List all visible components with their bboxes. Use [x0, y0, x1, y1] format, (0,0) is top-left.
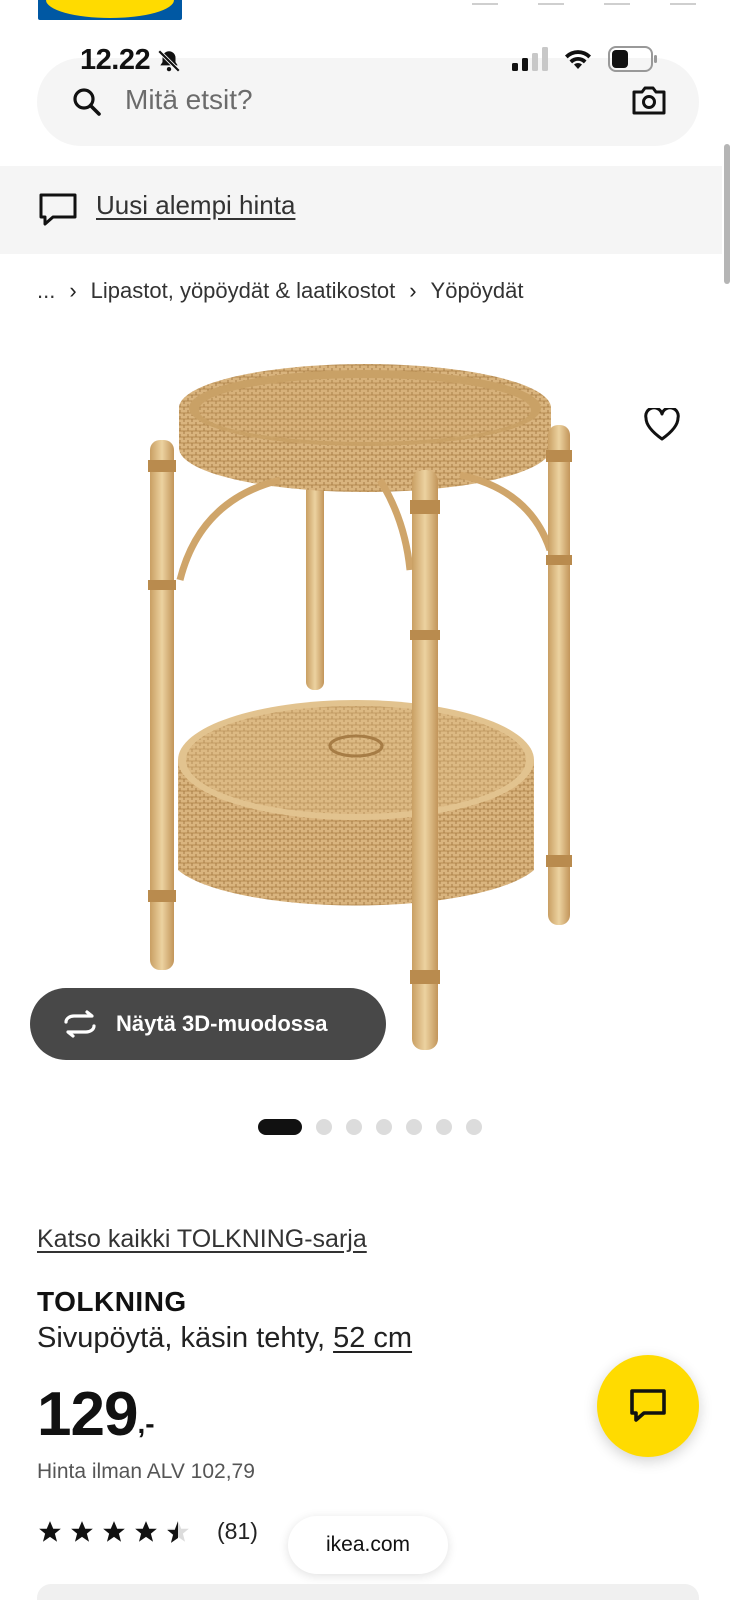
carousel-dot[interactable] [258, 1119, 302, 1135]
chevron-right-icon: › [69, 278, 77, 303]
status-icons [512, 46, 658, 72]
camera-icon[interactable] [631, 84, 667, 116]
breadcrumb-item[interactable]: ... [37, 278, 55, 304]
series-link[interactable]: Katso kaikki TOLKNING-sarja [37, 1225, 367, 1254]
price-main: 129 [37, 1380, 138, 1449]
product-size-link[interactable]: 52 cm [333, 1322, 412, 1354]
promo-banner[interactable]: Uusi alempi hinta [0, 166, 722, 254]
scrollbar[interactable] [724, 144, 730, 284]
signal-icon [512, 47, 548, 71]
carousel-dot[interactable] [436, 1119, 452, 1135]
view-3d-label: Näytä 3D-muodossa [116, 1011, 328, 1036]
search-icon[interactable] [71, 86, 103, 118]
breadcrumb-item[interactable]: Yöpöydät [431, 278, 524, 304]
view-3d-button[interactable]: Näytä 3D-muodossa [30, 988, 386, 1060]
rotate-3d-icon [64, 1010, 96, 1038]
star-icon [71, 1520, 93, 1542]
price-without-vat: Hinta ilman ALV 102,79 [37, 1460, 255, 1483]
star-icon [103, 1520, 125, 1542]
star-half-icon [167, 1520, 189, 1543]
breadcrumb: ... › Lipastot, yöpöydät & laatikostot ›… [37, 278, 524, 304]
promo-link[interactable]: Uusi alempi hinta [96, 190, 295, 221]
product-name: TOLKNING [37, 1286, 187, 1317]
carousel-dot[interactable] [406, 1119, 422, 1135]
product-price: 129 ,- [37, 1384, 155, 1446]
carousel-dot[interactable] [316, 1119, 332, 1135]
product-rating[interactable]: (81) [37, 1518, 258, 1545]
review-count[interactable]: (81) [217, 1518, 258, 1545]
product-image[interactable] [130, 350, 600, 1080]
next-section-edge [37, 1584, 699, 1600]
search-input[interactable]: Mitä etsit? [125, 84, 253, 116]
speech-bubble-icon [39, 193, 77, 226]
header-icons-faded [472, 0, 696, 6]
breadcrumb-item[interactable]: Lipastot, yöpöydät & laatikostot [91, 278, 396, 304]
battery-icon [608, 46, 657, 72]
bell-slash-icon [157, 49, 181, 72]
star-icon [135, 1520, 157, 1542]
browser-url-bar[interactable]: ikea.com [288, 1516, 448, 1574]
ikea-logo[interactable] [38, 0, 182, 20]
chat-button[interactable] [597, 1355, 699, 1457]
carousel-dot[interactable] [376, 1119, 392, 1135]
star-icon [39, 1520, 61, 1542]
chevron-right-icon: › [409, 278, 417, 303]
wifi-icon [565, 50, 591, 69]
product-description: Sivupöytä, käsin tehty, 52 cm [37, 1322, 412, 1355]
heart-icon[interactable] [644, 408, 680, 442]
browser-domain: ikea.com [325, 1533, 411, 1556]
chat-icon [630, 1389, 666, 1422]
product-description-text: Sivupöytä, käsin tehty, [37, 1322, 334, 1354]
status-time: 12.22 [80, 44, 182, 77]
carousel-dot[interactable] [466, 1119, 482, 1135]
carousel-dot[interactable] [346, 1119, 362, 1135]
carousel-indicator [258, 1119, 482, 1135]
price-suffix: ,- [137, 1408, 155, 1439]
